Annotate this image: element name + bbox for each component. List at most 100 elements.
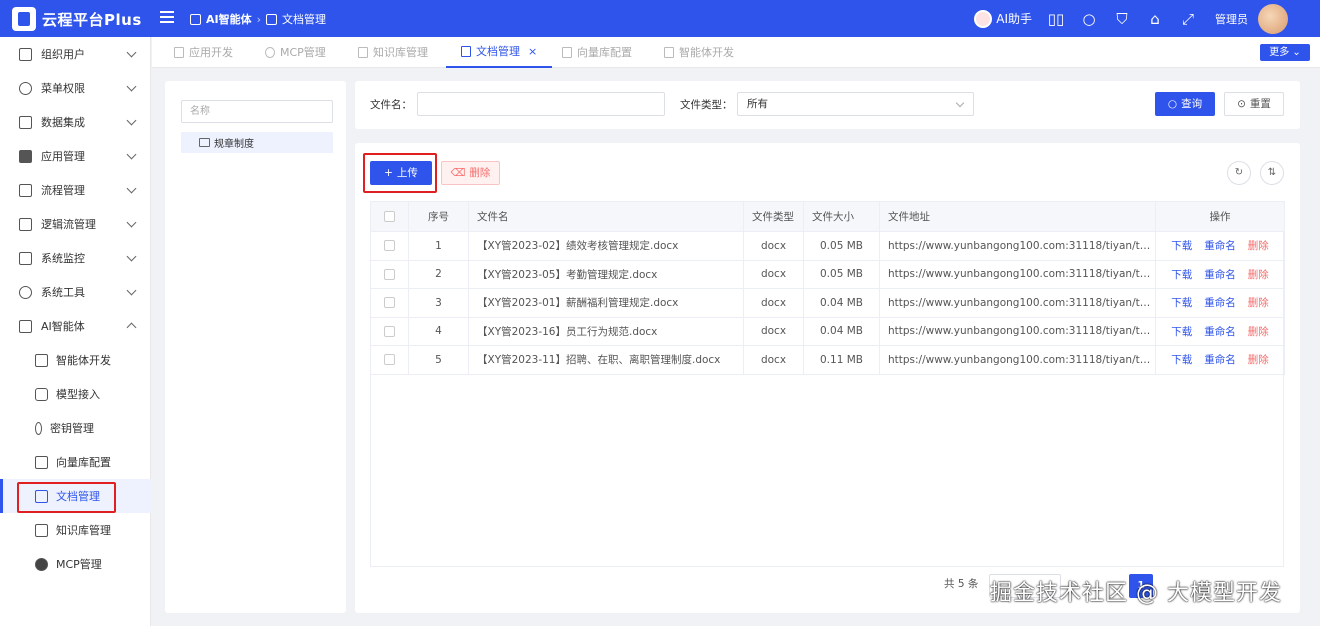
sidebar-item-menu-permissions[interactable]: 菜单权限 (0, 71, 151, 105)
column-sort-icon[interactable]: ⇅ (1260, 161, 1284, 185)
table-row: 3 【XY管2023-01】薪酬福利管理规定.docx docx 0.04 MB… (370, 288, 1285, 318)
download-link[interactable]: 下载 (1171, 269, 1192, 281)
chevron-down-icon (126, 217, 137, 228)
sidebar-subitem-agent-dev[interactable]: 智能体开发 (0, 343, 151, 377)
user-avatar[interactable] (1258, 3, 1288, 34)
sidebar-item-system-monitor[interactable]: 系统监控 (0, 241, 151, 275)
tab-agent-dev[interactable]: 智能体开发 (664, 37, 734, 68)
sidebar-item-label: AI智能体 (41, 320, 85, 333)
filetype-select[interactable]: 所有 (737, 92, 974, 116)
cell-index: 2 (408, 260, 469, 289)
download-link[interactable]: 下载 (1171, 297, 1192, 309)
pagination-total: 共 5 条 (944, 578, 979, 590)
row-checkbox[interactable] (370, 317, 409, 346)
sidebar-item-label: 向量库配置 (56, 456, 111, 469)
sidebar-item-ai-agent[interactable]: AI智能体 (0, 309, 151, 343)
sidebar-item-org-users[interactable]: 组织用户 (0, 37, 151, 71)
document-icon (461, 46, 471, 57)
chevron-down-icon (955, 98, 965, 108)
tab-app-dev[interactable]: 应用开发 (174, 37, 233, 68)
delete-link[interactable]: 删除 (1248, 269, 1269, 281)
tab-knowledge-base[interactable]: 知识库管理 (358, 37, 428, 68)
refresh-icon[interactable]: ↻ (1227, 161, 1251, 185)
tab-document-management[interactable]: 文档管理 × (446, 36, 553, 68)
logic-flow-icon (19, 217, 32, 231)
rename-link[interactable]: 重命名 (1204, 269, 1236, 281)
query-button[interactable]: ○ 查询 (1155, 92, 1215, 116)
sidebar-item-logic-flow[interactable]: 逻辑流管理 (0, 207, 151, 241)
sidebar-item-data-integration[interactable]: 数据集成 (0, 105, 151, 139)
ai-assistant-button[interactable]: AI助手 (996, 10, 1032, 27)
checkbox[interactable] (384, 268, 395, 280)
row-checkbox[interactable] (370, 288, 409, 318)
gear-icon (19, 285, 32, 299)
shirt-icon[interactable]: ⛉ (1113, 10, 1131, 28)
layout-icon[interactable]: ▯▯ (1047, 10, 1065, 28)
select-all-checkbox[interactable] (370, 201, 409, 232)
sidebar-item-system-tools[interactable]: 系统工具 (0, 275, 151, 309)
crop-icon (35, 455, 48, 469)
rename-link[interactable]: 重命名 (1204, 240, 1236, 252)
download-link[interactable]: 下载 (1171, 326, 1192, 338)
rename-link[interactable]: 重命名 (1204, 297, 1236, 309)
checkbox[interactable] (384, 354, 395, 366)
sidebar-item-label: 智能体开发 (56, 354, 111, 367)
table-header-row: 序号 文件名 文件类型 文件大小 文件地址 操作 (370, 201, 1285, 232)
checkbox[interactable] (384, 325, 395, 337)
row-checkbox[interactable] (370, 260, 409, 289)
folder-icon (199, 138, 210, 147)
sidebar-subitem-mcp-management[interactable]: MCP管理 (0, 547, 151, 581)
breadcrumb-level1[interactable]: AI智能体 (206, 11, 252, 27)
cell-actions: 下载 重命名 删除 (1155, 288, 1285, 318)
rename-link[interactable]: 重命名 (1204, 326, 1236, 338)
col-header-index: 序号 (408, 201, 469, 232)
tree-node-regulations[interactable]: 规章制度 (181, 132, 333, 153)
chevron-down-icon (126, 81, 137, 92)
reset-button[interactable]: ⊙ 重置 (1224, 92, 1284, 116)
download-link[interactable]: 下载 (1171, 354, 1192, 366)
cell-index: 4 (408, 317, 469, 346)
cell-index: 3 (408, 288, 469, 318)
sidebar-item-app-management[interactable]: 应用管理 (0, 139, 151, 173)
sidebar-subitem-key-management[interactable]: 密钥管理 (0, 411, 151, 445)
cell-filetype: docx (743, 317, 804, 346)
user-name[interactable]: 管理员 (1215, 11, 1248, 27)
sidebar-item-label: 密钥管理 (50, 422, 94, 435)
sidebar-subitem-knowledge-base[interactable]: 知识库管理 (0, 513, 151, 547)
close-icon[interactable]: × (528, 36, 537, 67)
delete-link[interactable]: 删除 (1248, 240, 1269, 252)
cube-icon (19, 319, 32, 333)
sidebar-item-label: 模型接入 (56, 388, 100, 401)
row-checkbox[interactable] (370, 345, 409, 375)
rename-link[interactable]: 重命名 (1204, 354, 1236, 366)
menu-toggle-icon[interactable] (160, 11, 174, 23)
sidebar: 组织用户 菜单权限 数据集成 应用管理 流程管理 逻辑流管理 系统监控 系统工具… (0, 37, 151, 626)
download-link[interactable]: 下载 (1171, 240, 1192, 252)
delete-button-label: 删除 (469, 167, 491, 179)
cell-filetype: docx (743, 260, 804, 289)
sidebar-item-process-management[interactable]: 流程管理 (0, 173, 151, 207)
tab-mcp-management[interactable]: MCP管理 (265, 37, 326, 68)
home-icon[interactable]: ⌂ (1146, 10, 1164, 28)
watermark: 掘金技术社区 @ 大模型开发 (990, 581, 1282, 606)
delete-button[interactable]: ⌫ 删除 (441, 161, 500, 185)
checkbox[interactable] (384, 211, 395, 222)
ai-assistant-avatar[interactable] (974, 9, 993, 28)
cell-url: https://www.yunbangong100.com:31118/tiya… (879, 317, 1156, 346)
sidebar-subitem-model-access[interactable]: 模型接入 (0, 377, 151, 411)
checkbox[interactable] (384, 240, 395, 252)
cell-actions: 下载 重命名 删除 (1155, 231, 1285, 261)
filename-input[interactable] (417, 92, 665, 116)
fullscreen-icon[interactable]: ⤢ (1179, 10, 1197, 28)
row-checkbox[interactable] (370, 231, 409, 261)
more-tabs-button[interactable]: 更多 ⌄ (1260, 44, 1310, 61)
delete-link[interactable]: 删除 (1248, 354, 1269, 366)
search-icon[interactable]: ○ (1080, 10, 1098, 28)
delete-link[interactable]: 删除 (1248, 297, 1269, 309)
delete-link[interactable]: 删除 (1248, 326, 1269, 338)
tab-vector-config[interactable]: 向量库配置 (562, 37, 632, 68)
sidebar-subitem-vector-config[interactable]: 向量库配置 (0, 445, 151, 479)
tree-search-input[interactable]: 名称 (181, 100, 333, 123)
checkbox[interactable] (384, 297, 395, 309)
col-header-filetype: 文件类型 (743, 201, 804, 232)
